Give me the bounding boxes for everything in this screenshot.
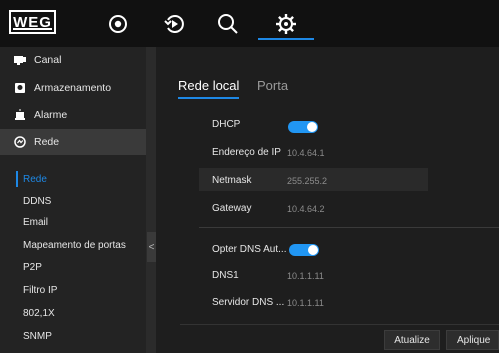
settings-icon[interactable] [272,10,300,38]
ip-address-label: Endereço de IP [212,147,281,158]
dns1-label: DNS1 [212,270,239,281]
tab-porta[interactable]: Porta [257,78,288,93]
sidebar-item-label: Rede [34,136,60,148]
sidebar-subitem-rede[interactable]: Rede [0,168,146,190]
dns2-label: Servidor DNS ... [212,297,285,308]
sidebar-subitem-snmp[interactable]: SNMP [0,325,146,347]
dns2-field[interactable]: 10.1.1.11 [287,298,333,308]
netmask-field[interactable]: 255.255.2 [287,176,333,186]
footer-divider [180,324,499,325]
tab-rede-local[interactable]: Rede local [178,78,239,93]
sidebar-subitem-p2p[interactable]: P2P [0,256,146,278]
search-icon[interactable] [214,10,242,38]
section-divider [199,227,499,228]
netmask-label: Netmask [212,175,252,186]
active-tab-underline [178,97,239,99]
dhcp-label: DHCP [212,119,241,130]
sidebar-item-alarme[interactable]: Alarme [0,102,146,128]
collapse-sidebar-button[interactable]: < [147,232,156,262]
sidebar-subitem-mapeamento-de-portas[interactable]: Mapeamento de portas [0,234,146,256]
sidebar-subitem-filtro-ip[interactable]: Filtro IP [0,279,146,301]
sidebar-item-label: Alarme [34,109,68,121]
sidebar-collapse-bar [146,47,156,353]
gateway-field[interactable]: 10.4.64.2 [287,204,333,214]
ip-address-field[interactable]: 10.4.64.1 [287,148,333,158]
sidebar-subitem-ddns[interactable]: DDNS [0,190,146,212]
update-button[interactable]: Atualize [384,330,440,350]
sidebar-item-rede[interactable]: Rede [0,129,146,155]
auto-dns-label: Opter DNS Aut... [212,244,287,255]
live-view-icon[interactable] [104,10,132,38]
sidebar-item-label: Canal [34,54,62,66]
sidebar-item-canal[interactable]: Canal [0,47,146,73]
sidebar-item-armazenamento[interactable]: Armazenamento [0,75,146,101]
auto-dns-toggle[interactable] [289,244,319,256]
network-icon [14,136,26,148]
channel-icon [14,54,26,66]
sidebar-subitem-8021x[interactable]: 802,1X [0,302,146,324]
playback-icon[interactable] [160,10,188,38]
sidebar-item-label: Armazenamento [34,82,112,94]
storage-icon [14,82,26,94]
apply-button[interactable]: Aplique [446,330,499,350]
top-navigation-bar [0,0,499,47]
alarm-icon [14,109,26,121]
gateway-label: Gateway [212,203,252,214]
active-tab-underline [258,38,314,40]
dhcp-toggle[interactable] [288,121,318,133]
dns1-field[interactable]: 10.1.1.11 [287,271,333,281]
sidebar-subitem-email[interactable]: Email [0,211,146,233]
weg-logo: WEG [9,10,56,34]
